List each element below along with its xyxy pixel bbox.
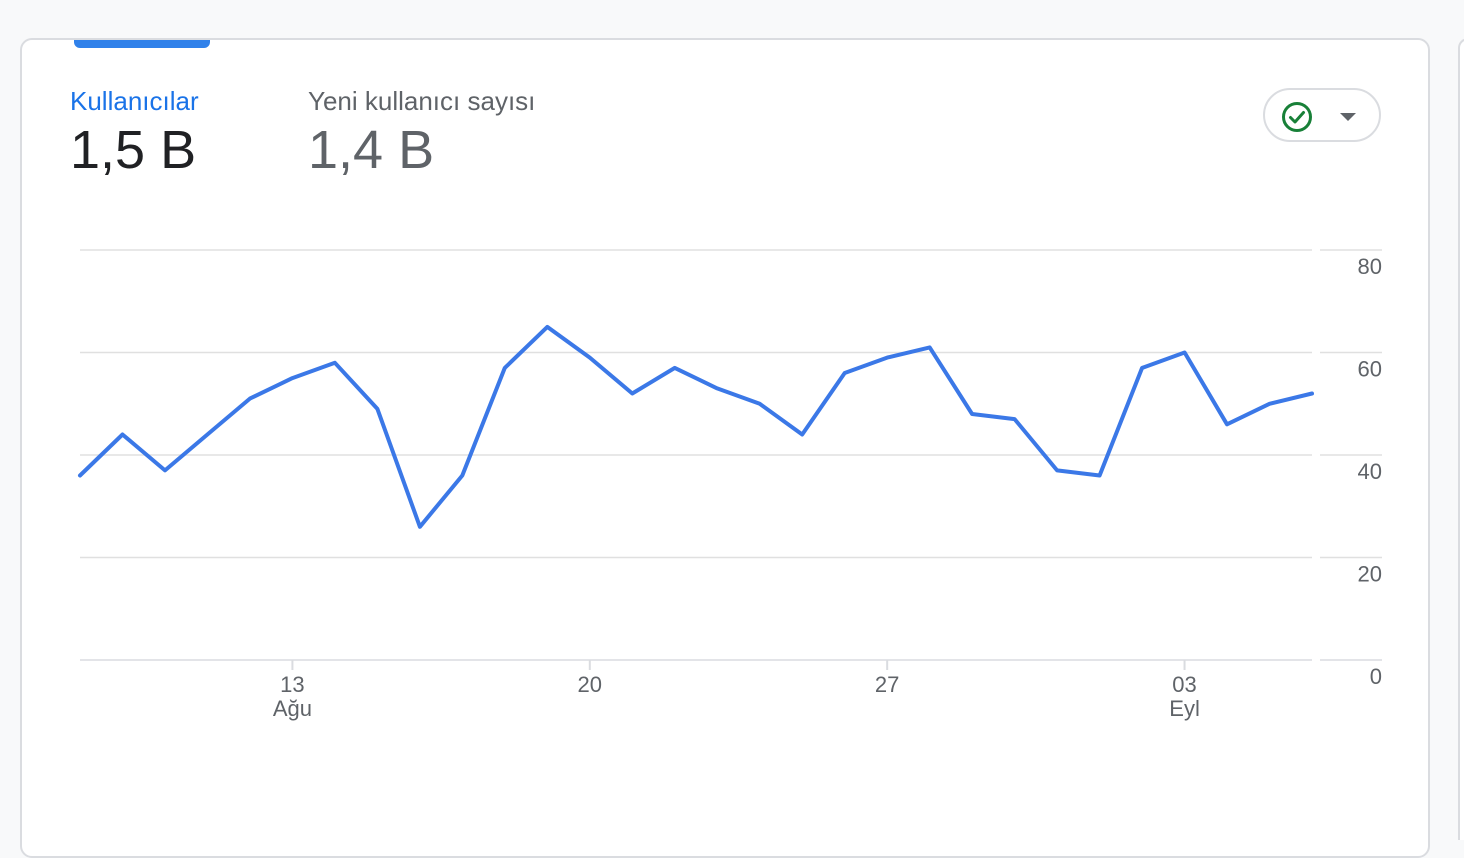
y-tick-label: 0 bbox=[1370, 664, 1382, 689]
chart-y-tick-labels: 0 20 40 60 80 bbox=[1358, 254, 1382, 689]
chart-gridlines bbox=[80, 249, 1382, 661]
chart-x-ticks: 13Ağu 20 27 03Eyl bbox=[273, 660, 1200, 721]
x-tick-label-day: 20 bbox=[578, 672, 602, 697]
users-line-chart: 13Ağu 20 27 03Eyl 0 20 40 60 80 bbox=[78, 249, 1382, 721]
x-tick-label-day: 27 bbox=[875, 672, 899, 697]
y-tick-label: 60 bbox=[1358, 357, 1382, 382]
y-tick-label: 20 bbox=[1358, 562, 1382, 587]
series-line-users bbox=[78, 324, 1314, 529]
adjacent-card-edge bbox=[1458, 38, 1464, 840]
x-tick-label-day: 13 bbox=[280, 672, 304, 697]
x-tick-label-day: 03 bbox=[1172, 672, 1196, 697]
x-tick-label-month: Ağu bbox=[273, 696, 312, 721]
y-tick-label: 40 bbox=[1358, 459, 1382, 484]
y-tick-label: 80 bbox=[1358, 254, 1382, 279]
users-chart-card: Kullanıcılar 1,5 B Yeni kullanıcı sayısı… bbox=[20, 38, 1430, 858]
x-tick-label-month: Eyl bbox=[1169, 696, 1200, 721]
